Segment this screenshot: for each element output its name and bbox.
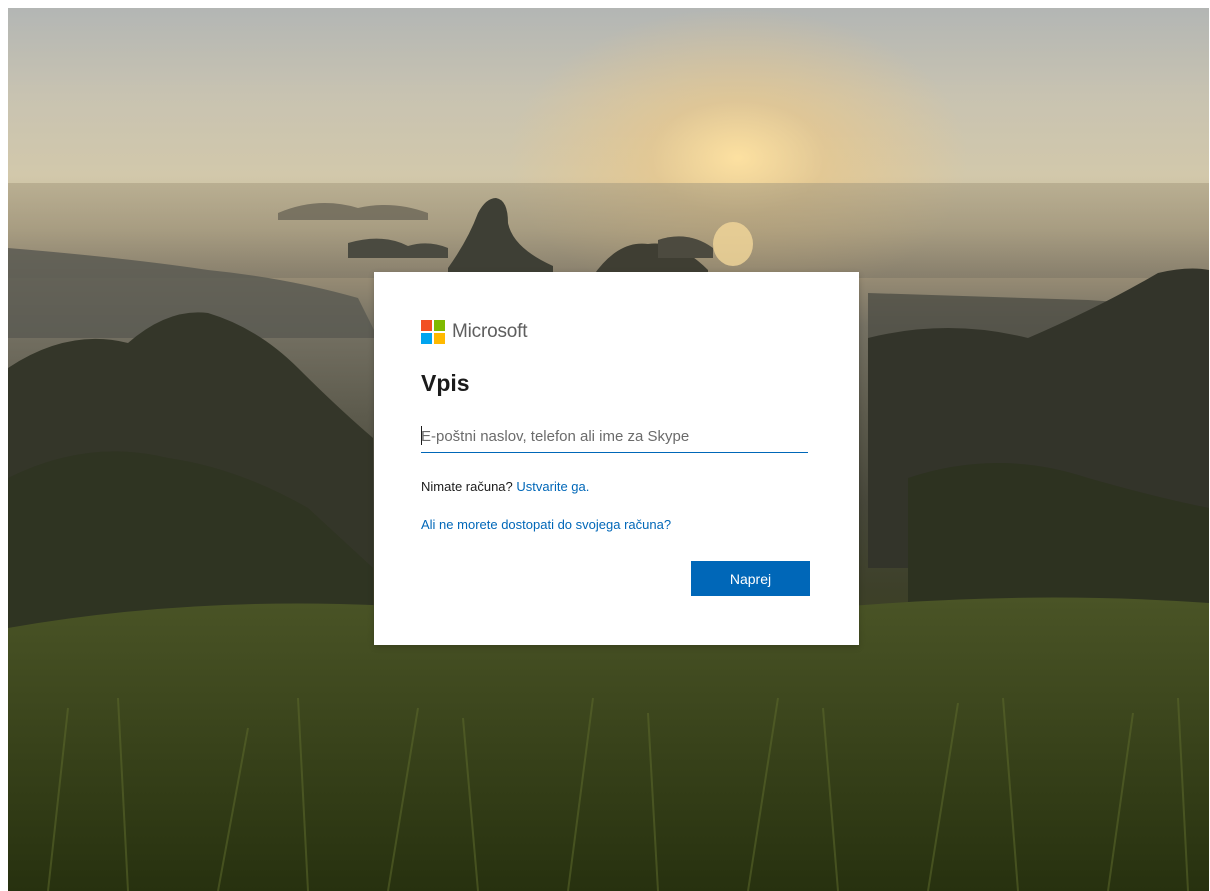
logo-square-yellow (434, 333, 445, 344)
no-account-text: Nimate računa? (421, 479, 513, 494)
email-field[interactable] (421, 420, 808, 453)
logo-square-red (421, 320, 432, 331)
logo-square-blue (421, 333, 432, 344)
text-caret (421, 426, 422, 445)
no-account-row: Nimate računa? Ustvarite ga. (421, 479, 589, 494)
background-photo: Microsoft Vpis Nimate računa? Ustvarite … (8, 8, 1209, 891)
page-title: Vpis (421, 370, 470, 396)
next-button[interactable]: Naprej (691, 561, 810, 596)
microsoft-logo: Microsoft (421, 320, 527, 344)
signin-card: Microsoft Vpis Nimate računa? Ustvarite … (374, 272, 859, 645)
brand-name: Microsoft (452, 321, 528, 342)
create-account-link[interactable]: Ustvarite ga. (516, 479, 589, 494)
logo-square-green (434, 320, 445, 331)
microsoft-logo-icon (421, 320, 445, 344)
cant-access-account-link[interactable]: Ali ne morete dostopati do svojega račun… (421, 517, 671, 532)
